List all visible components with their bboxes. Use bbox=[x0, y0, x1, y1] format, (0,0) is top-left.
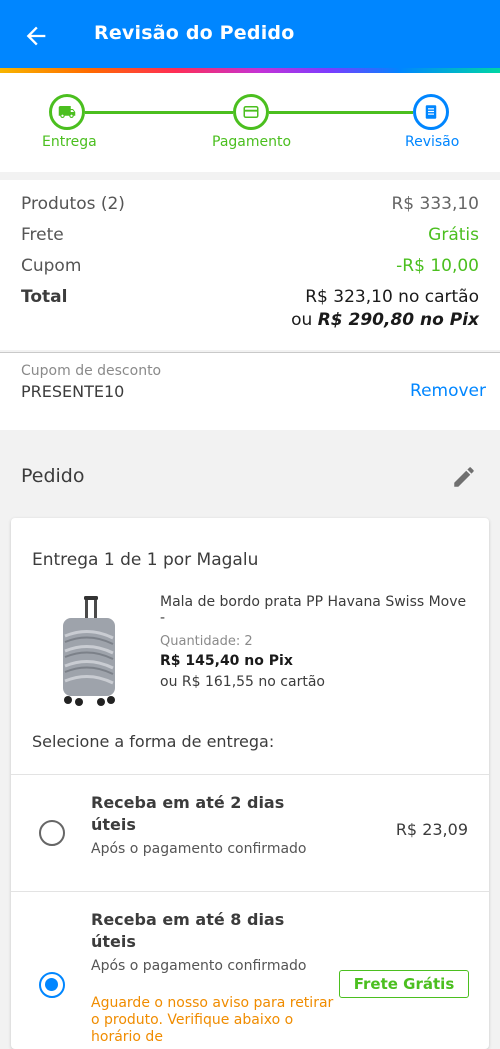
summary-total-row: Total R$ 323,10 no cartão bbox=[21, 287, 479, 307]
order-summary: Produtos (2) R$ 333,10 Frete Grátis Cupo… bbox=[0, 180, 500, 350]
step-revisao bbox=[413, 94, 449, 130]
step-label-revisao: Revisão bbox=[405, 134, 460, 150]
shipping-value: Grátis bbox=[428, 225, 479, 245]
coupon-discount-value: -R$ 10,00 bbox=[396, 256, 479, 276]
delivery-option-title: Receba em até 8 dias úteis bbox=[91, 910, 285, 951]
summary-products-row: Produtos (2) R$ 333,10 bbox=[21, 194, 479, 214]
delivery-title: Entrega 1 de 1 por Magalu bbox=[32, 550, 259, 570]
product-quantity: Quantidade: 2 bbox=[160, 634, 253, 649]
total-card-value: R$ 323,10 no cartão bbox=[305, 287, 479, 307]
step-pagamento bbox=[233, 94, 269, 130]
document-icon bbox=[425, 105, 437, 119]
order-card: Entrega 1 de 1 por Magalu Mala de bordo … bbox=[11, 518, 489, 1049]
delivery-select-label: Selecione a forma de entrega: bbox=[32, 732, 275, 751]
coupon-section: Cupom de desconto PRESENTE10 Remover bbox=[0, 353, 500, 430]
quantity-label: Quantidade: bbox=[160, 634, 241, 649]
free-shipping-badge: Frete Grátis bbox=[339, 970, 469, 998]
card-icon bbox=[243, 106, 259, 118]
page-title: Revisão do Pedido bbox=[94, 22, 295, 44]
products-label: Produtos (2) bbox=[21, 194, 125, 214]
delivery-option-subtitle: Após o pagamento confirmado bbox=[91, 958, 307, 974]
divider bbox=[11, 774, 489, 775]
edit-pencil-icon[interactable] bbox=[451, 464, 477, 490]
pickup-warning-text: Aguarde o nosso aviso para retirar o pro… bbox=[91, 995, 334, 1045]
shipping-label: Frete bbox=[21, 225, 64, 245]
coupon-discount-label: Cupom bbox=[21, 256, 82, 276]
remove-coupon-button[interactable]: Remover bbox=[410, 381, 486, 401]
step-connector bbox=[269, 111, 413, 114]
coupon-field-label: Cupom de desconto bbox=[21, 363, 162, 379]
delivery-option-title: Receba em até 2 dias úteis bbox=[91, 793, 285, 834]
product-price-card: ou R$ 161,55 no cartão bbox=[160, 674, 325, 690]
step-label-entrega: Entrega bbox=[42, 134, 97, 150]
app-bar: Revisão do Pedido bbox=[0, 0, 500, 68]
suitcase-product-image bbox=[63, 596, 115, 706]
step-entrega bbox=[49, 94, 85, 130]
total-pix-prefix: ou bbox=[291, 310, 313, 330]
arrow-back-icon[interactable] bbox=[22, 22, 50, 50]
step-connector bbox=[85, 111, 233, 114]
radio-delivery-free[interactable] bbox=[39, 972, 65, 998]
order-section-title: Pedido bbox=[21, 465, 85, 487]
product-name: Mala de bordo prata PP Havana Swiss Move… bbox=[160, 594, 467, 626]
truck-icon bbox=[58, 106, 76, 118]
product-price-pix: R$ 145,40 no Pix bbox=[160, 653, 293, 669]
coupon-code: PRESENTE10 bbox=[21, 382, 125, 401]
summary-shipping-row: Frete Grátis bbox=[21, 225, 479, 245]
summary-coupon-row: Cupom -R$ 10,00 bbox=[21, 256, 479, 276]
total-pix: ou R$ 290,80 no Pix bbox=[291, 310, 479, 330]
total-pix-value: R$ 290,80 no Pix bbox=[317, 310, 479, 330]
delivery-option-subtitle: Após o pagamento confirmado bbox=[91, 841, 307, 857]
delivery-option-price: R$ 23,09 bbox=[395, 820, 468, 839]
total-label: Total bbox=[21, 287, 68, 307]
radio-delivery-fast[interactable] bbox=[39, 820, 65, 846]
divider bbox=[11, 891, 489, 892]
checkout-stepper: Entrega Pagamento Revisão bbox=[0, 73, 500, 172]
quantity-value: 2 bbox=[244, 634, 253, 649]
products-value: R$ 333,10 bbox=[391, 194, 479, 214]
step-label-pagamento: Pagamento bbox=[212, 134, 292, 150]
